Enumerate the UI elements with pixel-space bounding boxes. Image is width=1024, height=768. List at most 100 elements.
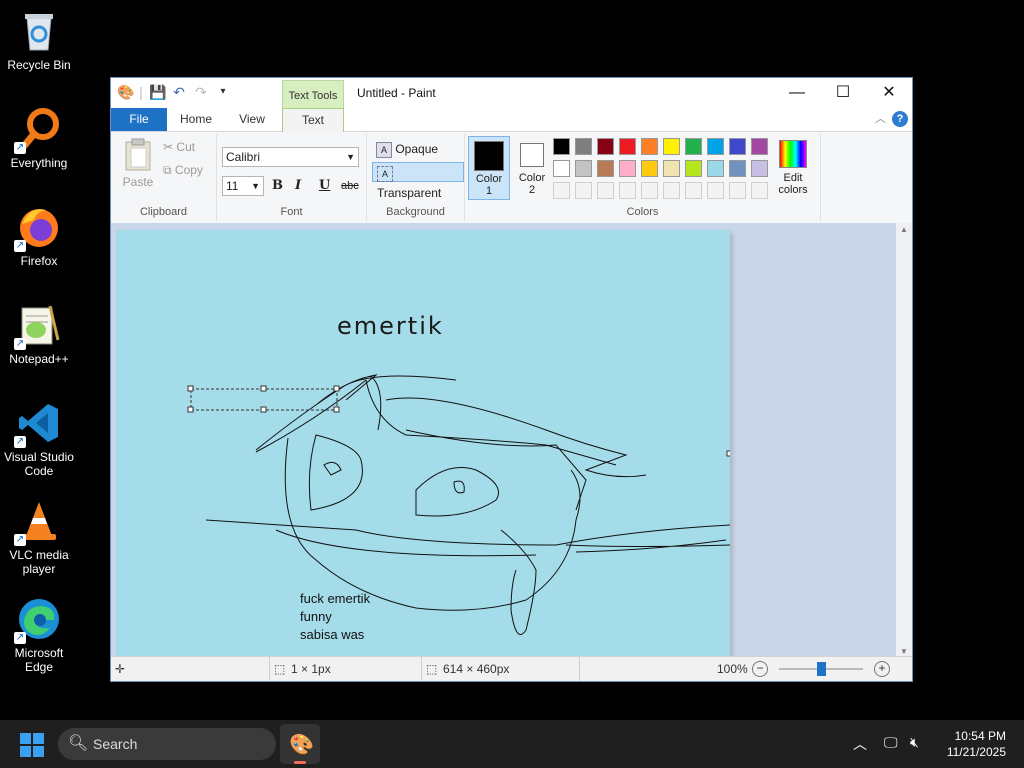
- taskbar-search[interactable]: 🔍︎ Search: [58, 728, 276, 760]
- shortcut-arrow-icon: ↗: [14, 436, 26, 448]
- drawing-canvas[interactable]: emertik fuck emertik funny sabisa was: [116, 230, 730, 657]
- palette-swatch[interactable]: [641, 160, 658, 177]
- custom-color-slot[interactable]: [619, 182, 636, 199]
- palette-swatch[interactable]: [619, 160, 636, 177]
- canvas-workspace: emertik fuck emertik funny sabisa was ▲ …: [111, 223, 912, 658]
- taskbar-paint-app[interactable]: 🎨: [280, 724, 320, 764]
- copy-button[interactable]: ⧉ Copy: [163, 163, 203, 178]
- palette-swatch[interactable]: [729, 138, 746, 155]
- font-family-select[interactable]: Calibri ▼: [222, 147, 359, 167]
- show-hidden-icons[interactable]: ︿: [853, 734, 867, 754]
- paint-app-icon[interactable]: 🎨: [117, 84, 134, 100]
- bold-button[interactable]: B: [272, 178, 283, 193]
- custom-color-slot[interactable]: [707, 182, 724, 199]
- tab-text[interactable]: Text: [282, 108, 344, 132]
- color2-label-b: 2: [528, 184, 536, 196]
- customize-qat-icon[interactable]: ▾: [215, 84, 231, 100]
- search-placeholder: Search: [93, 736, 138, 752]
- palette-swatch[interactable]: [553, 138, 570, 155]
- start-button[interactable]: [20, 733, 44, 760]
- zoom-level: 100%: [717, 662, 748, 676]
- palette-swatch[interactable]: [707, 138, 724, 155]
- palette-swatch[interactable]: [663, 138, 680, 155]
- palette-swatch[interactable]: [729, 160, 746, 177]
- edit-colors-button[interactable]: Edit colors: [773, 136, 813, 196]
- collapse-ribbon-icon[interactable]: ︿: [875, 110, 886, 126]
- palette-swatch[interactable]: [575, 138, 592, 155]
- firefox-shortcut[interactable]: ↗ Firefox: [0, 198, 78, 268]
- custom-color-slot[interactable]: [575, 182, 592, 199]
- image-size-value: 614 × 460px: [443, 662, 510, 676]
- custom-color-slot[interactable]: [641, 182, 658, 199]
- palette-swatch[interactable]: [597, 138, 614, 155]
- font-size-select[interactable]: 11 ▼: [222, 176, 264, 196]
- network-icon[interactable]: 🖵: [884, 734, 898, 751]
- notepadpp-label: Notepad++: [9, 352, 69, 366]
- tab-file[interactable]: File: [111, 108, 167, 131]
- palette-swatch[interactable]: [685, 160, 702, 177]
- tab-home[interactable]: Home: [171, 108, 221, 131]
- custom-color-slot[interactable]: [597, 182, 614, 199]
- edge-shortcut[interactable]: ↗ Microsoft Edge: [0, 590, 78, 674]
- palette-swatch[interactable]: [707, 160, 724, 177]
- volume-muted-icon[interactable]: 🔇︎: [910, 734, 919, 751]
- scissors-icon: ✂: [163, 140, 174, 154]
- transparent-icon: A: [377, 165, 393, 182]
- save-icon[interactable]: 💾: [149, 84, 166, 100]
- clock-time: 10:54 PM: [954, 729, 1006, 743]
- font-group-label: Font: [280, 206, 303, 218]
- help-icon[interactable]: ?: [892, 111, 908, 127]
- color1-button[interactable]: Color 1: [468, 136, 510, 200]
- tab-view[interactable]: View: [227, 108, 277, 131]
- zoom-out-button[interactable]: −: [752, 661, 768, 677]
- everything-shortcut[interactable]: ↗ Everything: [0, 100, 78, 170]
- zoom-in-button[interactable]: +: [874, 661, 890, 677]
- recycle-bin-shortcut[interactable]: Recycle Bin: [0, 2, 78, 72]
- palette-swatch[interactable]: [553, 160, 570, 177]
- scroll-up-icon[interactable]: ▲: [896, 225, 912, 234]
- color-palette: [553, 138, 775, 204]
- vlc-shortcut[interactable]: ↗ VLC media player: [0, 492, 78, 576]
- palette-swatch[interactable]: [575, 160, 592, 177]
- paste-label: Paste: [122, 175, 154, 189]
- custom-color-slot[interactable]: [553, 182, 570, 199]
- minimize-button[interactable]: —: [774, 78, 820, 108]
- strikethrough-button[interactable]: abc: [341, 180, 359, 192]
- vscode-shortcut[interactable]: ↗ Visual Studio Code: [0, 394, 78, 478]
- redo-icon[interactable]: ↷: [193, 84, 209, 100]
- zoom-slider-track[interactable]: [779, 662, 863, 676]
- palette-swatch[interactable]: [685, 138, 702, 155]
- zoom-slider-thumb[interactable]: [816, 662, 826, 676]
- vlc-cone-icon: ↗: [14, 498, 62, 546]
- palette-swatch[interactable]: [751, 138, 768, 155]
- taskbar: 🔍︎ Search 🎨 ︿ 🖵 🔇︎ 10:54 PM 11/21/2025: [0, 720, 1024, 768]
- underline-button[interactable]: U: [319, 178, 330, 193]
- palette-swatch[interactable]: [619, 138, 636, 155]
- cut-button[interactable]: ✂ Cut: [163, 140, 195, 154]
- close-button[interactable]: ✕: [866, 78, 912, 108]
- clipboard-group: Paste ✂ Cut ⧉ Copy Clipboard: [111, 134, 217, 221]
- scroll-down-icon[interactable]: ▼: [896, 647, 912, 656]
- custom-color-slot[interactable]: [751, 182, 768, 199]
- maximize-button[interactable]: ☐: [820, 78, 866, 108]
- palette-swatch[interactable]: [641, 138, 658, 155]
- opaque-icon: A: [376, 141, 392, 158]
- edit-colors-label-a: Edit: [783, 172, 803, 184]
- title-bar[interactable]: 🎨 | 💾 ↶ ↷ ▾ Text Tools Untitled - Paint …: [111, 78, 912, 108]
- notepadpp-shortcut[interactable]: ↗ Notepad++: [0, 296, 78, 366]
- undo-icon[interactable]: ↶: [171, 84, 187, 100]
- custom-color-slot[interactable]: [663, 182, 680, 199]
- italic-button[interactable]: I: [295, 178, 301, 193]
- custom-color-slot[interactable]: [729, 182, 746, 199]
- palette-swatch[interactable]: [751, 160, 768, 177]
- transparent-button[interactable]: A Transparent: [372, 162, 464, 200]
- taskbar-clock[interactable]: 10:54 PM 11/21/2025: [947, 728, 1006, 760]
- palette-swatch[interactable]: [663, 160, 680, 177]
- color2-button[interactable]: Color 2: [513, 136, 551, 200]
- active-indicator: [294, 761, 306, 764]
- palette-swatch[interactable]: [597, 160, 614, 177]
- custom-color-slot[interactable]: [685, 182, 702, 199]
- opaque-button[interactable]: A Opaque: [372, 139, 442, 159]
- vertical-scrollbar[interactable]: ▲ ▼: [896, 223, 912, 658]
- paste-button[interactable]: Paste: [121, 138, 155, 189]
